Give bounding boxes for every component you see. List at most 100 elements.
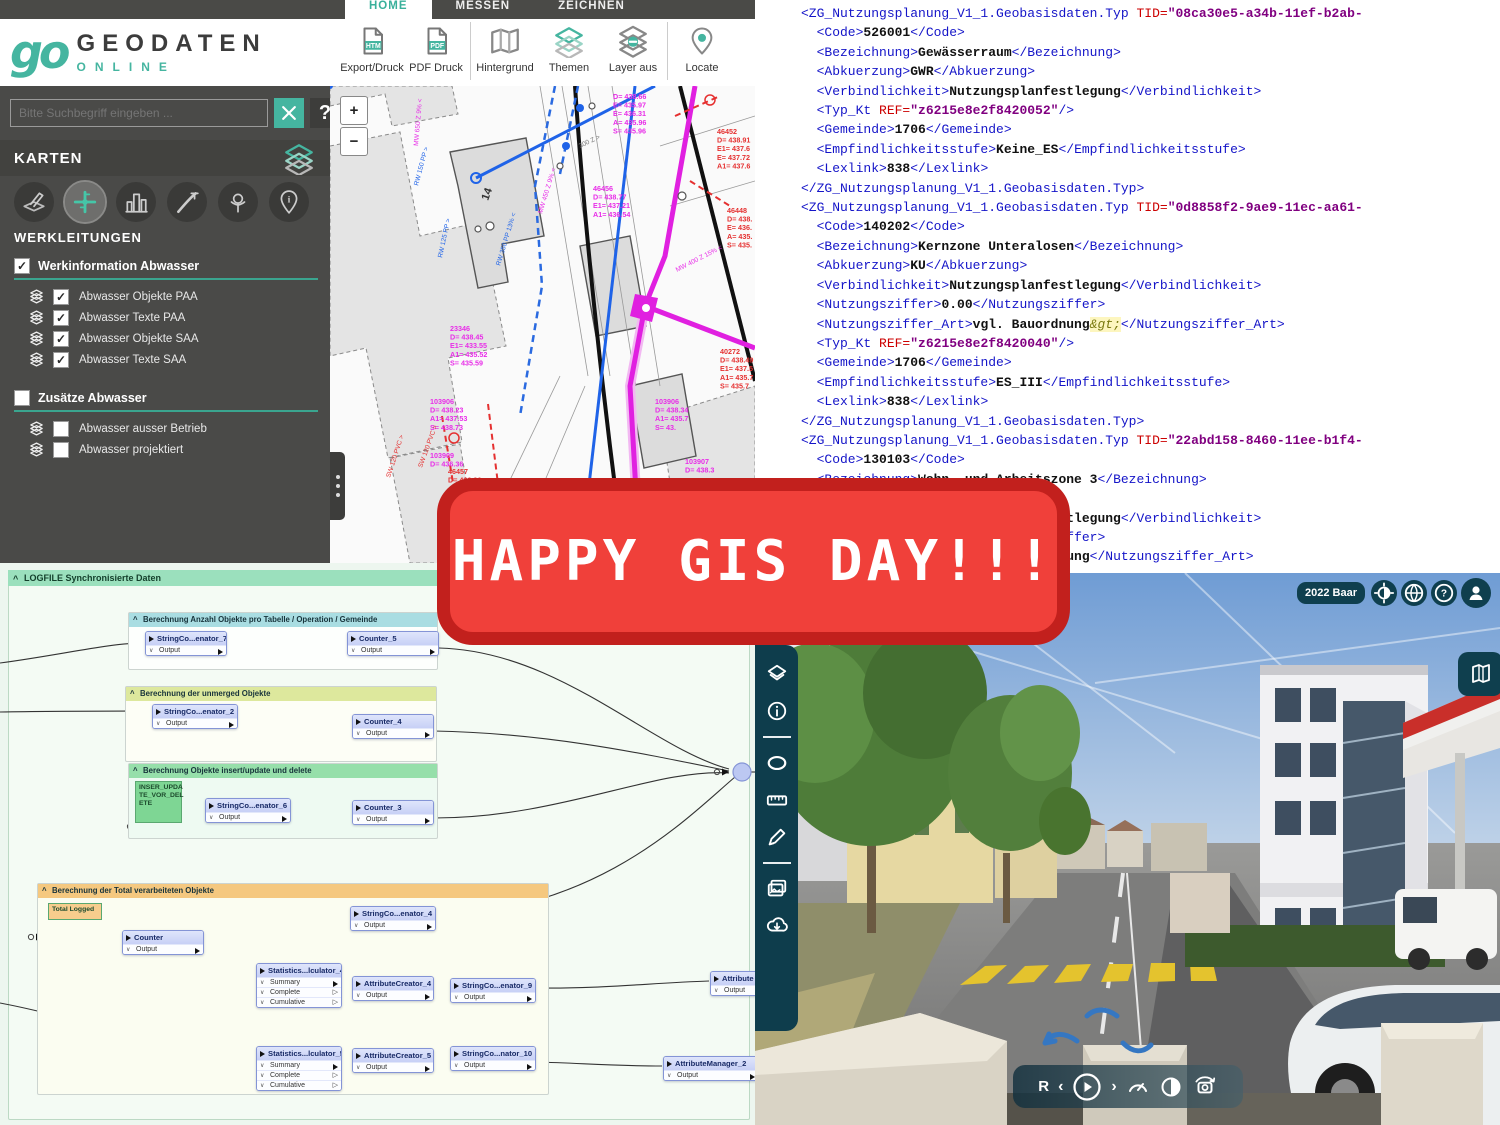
- layer-section-header[interactable]: Zusätze Abwasser: [14, 390, 330, 406]
- fme-annotation[interactable]: INSER_UPDA TE_VOR_DEL ETE: [135, 781, 182, 823]
- account-button[interactable]: [1461, 578, 1491, 608]
- layer-checkbox[interactable]: ✓: [53, 289, 69, 305]
- fme-node-StringCo-enator-6[interactable]: StringCo...enator_6Output: [205, 798, 291, 823]
- toolbar-export-druck[interactable]: HTMExport/Druck: [340, 22, 404, 74]
- capture-year-badge[interactable]: 2022 Baar: [1297, 582, 1365, 604]
- fme-node-StringCo-enator-9[interactable]: StringCo...enator_9Output: [450, 978, 536, 1003]
- theme-button-pipes[interactable]: [65, 182, 105, 222]
- cloud-download-icon: [766, 915, 788, 937]
- layer-checkbox[interactable]: ✓: [53, 352, 69, 368]
- search-input[interactable]: [10, 99, 268, 127]
- search-clear-button[interactable]: [274, 98, 304, 128]
- toolbar-layer-aus[interactable]: Layer aus: [601, 22, 665, 74]
- play-button[interactable]: [1072, 1072, 1102, 1102]
- fme-junction-node[interactable]: [733, 763, 751, 781]
- contrast-button[interactable]: [1159, 1075, 1183, 1099]
- fme-node-Attribute[interactable]: AttributeOutput: [710, 971, 755, 996]
- photos-button[interactable]: [762, 874, 792, 904]
- fme-node-port-output[interactable]: Output: [451, 992, 535, 1002]
- theme-button-city[interactable]: [116, 182, 156, 222]
- fme-node-port-cumulative[interactable]: Cumulative: [257, 1080, 341, 1090]
- layer-checkbox[interactable]: [53, 421, 69, 437]
- fme-node-title: Counter: [123, 931, 203, 944]
- layer-checkbox[interactable]: [53, 442, 69, 458]
- toolbar-hintergrund[interactable]: Hintergrund: [473, 22, 537, 74]
- karten-header[interactable]: KARTEN: [0, 140, 330, 176]
- oval-button[interactable]: [762, 748, 792, 778]
- brightness-button[interactable]: [1371, 580, 1397, 606]
- fme-node-Counter-5[interactable]: Counter_5Output: [347, 631, 439, 656]
- layer-checkbox[interactable]: ✓: [53, 310, 69, 326]
- pencil-button[interactable]: [762, 822, 792, 852]
- zoom-in-button[interactable]: +: [340, 96, 368, 125]
- toolbar-themen[interactable]: Themen: [537, 22, 601, 74]
- fme-node-port-output[interactable]: Output: [353, 1062, 433, 1072]
- speed-gauge-button[interactable]: [1126, 1075, 1150, 1099]
- section-checkbox[interactable]: ✓: [14, 258, 30, 274]
- section-checkbox[interactable]: [14, 390, 30, 406]
- theme-button-vegetation[interactable]: [218, 182, 258, 222]
- fme-node-port-complete[interactable]: Complete: [257, 987, 341, 997]
- fme-node-StringCo-nator-10[interactable]: StringCo...nator_10Output: [450, 1046, 536, 1071]
- fme-node-AttributeCreator-5[interactable]: AttributeCreator_5Output: [352, 1048, 434, 1073]
- fme-node-port-output[interactable]: Output: [146, 645, 226, 655]
- reset-button[interactable]: R: [1038, 1078, 1049, 1095]
- fme-node-Counter-4[interactable]: Counter_4Output: [352, 714, 434, 739]
- fme-node-port-output[interactable]: Output: [353, 728, 433, 738]
- theme-button-street[interactable]: [167, 182, 207, 222]
- fme-node-port-output[interactable]: Output: [351, 920, 435, 930]
- fme-node-port-cumulative[interactable]: Cumulative: [257, 997, 341, 1007]
- prev-frame-button[interactable]: ‹: [1058, 1078, 1063, 1096]
- camera-rotate-button[interactable]: [1192, 1074, 1218, 1100]
- fme-node-Counter[interactable]: CounterOutput: [122, 930, 204, 955]
- fme-node-AttributeManager-2[interactable]: AttributeManager_2Output: [663, 1056, 755, 1081]
- theme-button-sketch[interactable]: [14, 182, 54, 222]
- cloud-download-button[interactable]: [762, 911, 792, 941]
- fme-node-port-output[interactable]: Output: [153, 718, 237, 728]
- layer-item[interactable]: ✓Abwasser Objekte PAA: [28, 288, 330, 305]
- layer-item[interactable]: ✓Abwasser Objekte SAA: [28, 330, 330, 347]
- fme-node-port-output[interactable]: Output: [206, 812, 290, 822]
- globe-button[interactable]: [1401, 580, 1427, 606]
- fme-node-port-output[interactable]: Output: [123, 944, 203, 954]
- fme-node-port-output[interactable]: Output: [451, 1060, 535, 1070]
- fme-node-port-complete[interactable]: Complete: [257, 1070, 341, 1080]
- fme-node-Counter-3[interactable]: Counter_3Output: [352, 800, 434, 825]
- minimap-button[interactable]: [1458, 652, 1500, 696]
- fme-node-Statistics-lculator-5[interactable]: Statistics...lculator_5SummaryCompleteCu…: [256, 1046, 342, 1091]
- next-frame-button[interactable]: ›: [1111, 1078, 1116, 1096]
- sidebar-collapse-handle[interactable]: [330, 452, 345, 520]
- tab-messen[interactable]: MESSEN: [432, 0, 535, 19]
- fme-node-port-output[interactable]: Output: [353, 814, 433, 824]
- fme-annotation[interactable]: Total Logged: [48, 903, 102, 920]
- layer-item[interactable]: Abwasser ausser Betrieb: [28, 420, 330, 437]
- layers-white-button[interactable]: [762, 659, 792, 689]
- theme-button-info[interactable]: i: [269, 182, 309, 222]
- info-circle-button[interactable]: [762, 696, 792, 726]
- tab-zeichnen[interactable]: ZEICHNEN: [534, 0, 649, 19]
- fme-node-port-output[interactable]: Output: [711, 985, 755, 995]
- fme-node-StringCo-enator-4[interactable]: StringCo...enator_4Output: [350, 906, 436, 931]
- layer-checkbox[interactable]: ✓: [53, 331, 69, 347]
- toolbar-pdf-druck[interactable]: PDFPDF Druck: [404, 22, 468, 74]
- fme-node-port-summary[interactable]: Summary: [257, 1060, 341, 1070]
- help-button[interactable]: ?: [1431, 580, 1457, 606]
- fme-node-port-output[interactable]: Output: [664, 1070, 755, 1080]
- fme-node-AttributeCreator-4[interactable]: AttributeCreator_4Output: [352, 976, 434, 1001]
- zoom-out-button[interactable]: −: [340, 127, 368, 156]
- fme-node-Statistics-lculator-4[interactable]: Statistics...lculator_4SummaryCompleteCu…: [256, 963, 342, 1008]
- toolbar-locate[interactable]: Locate: [670, 22, 734, 74]
- ruler-button[interactable]: [762, 785, 792, 815]
- layer-item[interactable]: ✓Abwasser Texte SAA: [28, 351, 330, 368]
- layer-item[interactable]: ✓Abwasser Texte PAA: [28, 309, 330, 326]
- fme-workspace[interactable]: LOGFILE Synchronisierte Daten: [0, 563, 755, 1125]
- layer-item[interactable]: Abwasser projektiert: [28, 441, 330, 458]
- fme-node-port-summary[interactable]: Summary: [257, 977, 341, 987]
- tab-home[interactable]: HOME: [345, 0, 432, 19]
- fme-node-StringCo-enator-2[interactable]: StringCo...enator_2Output: [152, 704, 238, 729]
- streetview-panorama[interactable]: 2022 Baar R ‹ › ?: [755, 573, 1500, 1125]
- layer-section-header[interactable]: ✓Werkinformation Abwasser: [14, 258, 330, 274]
- fme-node-port-output[interactable]: Output: [353, 990, 433, 1000]
- fme-node-port-output[interactable]: Output: [348, 645, 438, 655]
- fme-node-StringCo-enator-7[interactable]: StringCo...enator_7Output: [145, 631, 227, 656]
